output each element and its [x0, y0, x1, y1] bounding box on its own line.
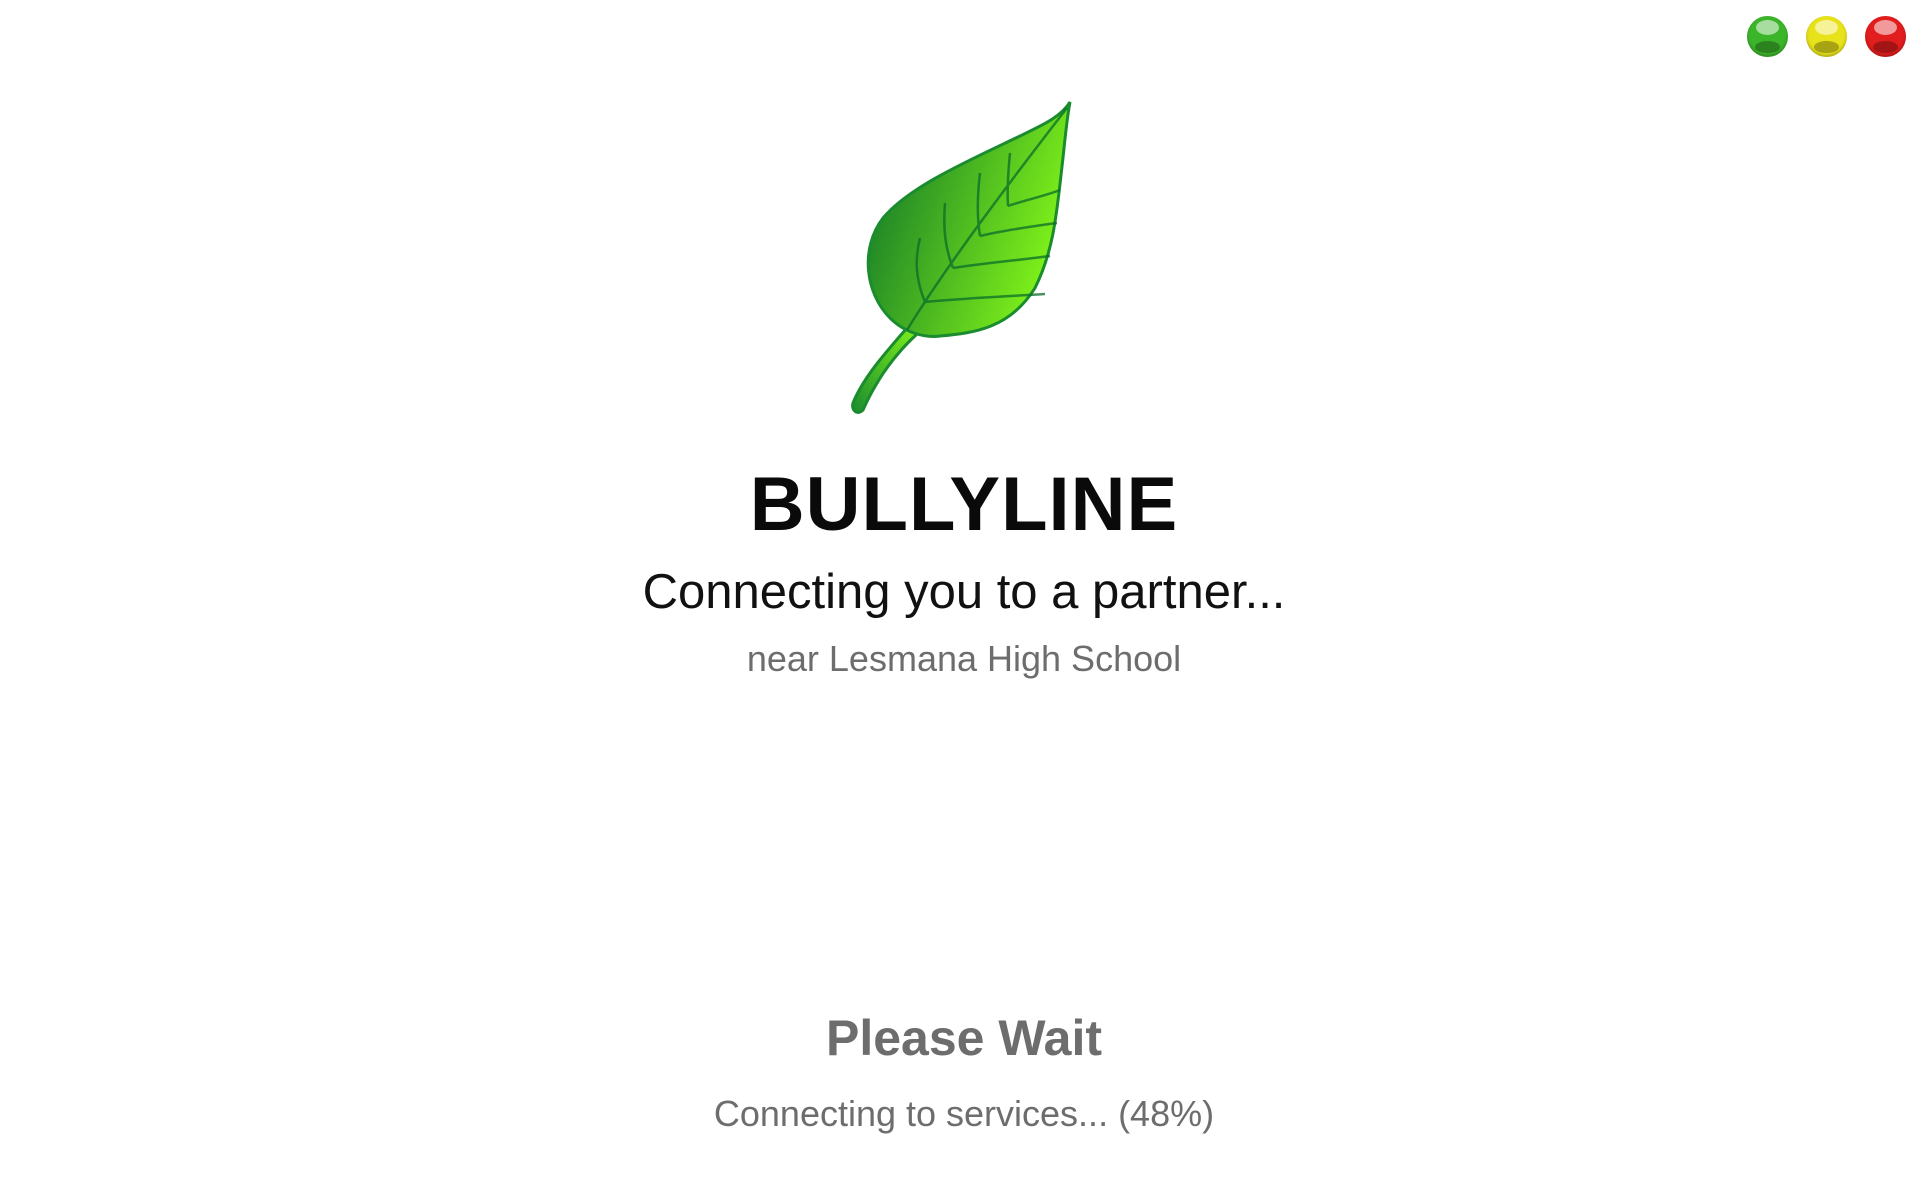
app-window: BULLYLINE Connecting you to a partner...…: [0, 0, 1920, 1200]
location-text: near Lesmana High School: [746, 638, 1182, 679]
connection-status-heading: Connecting you to a partner...: [642, 565, 1286, 619]
leaf-icon: [851, 101, 1072, 414]
close-button[interactable]: [1865, 16, 1906, 57]
window-controls: [1747, 16, 1906, 57]
maximize-button[interactable]: [1747, 16, 1788, 57]
progress-status-text: Connecting to services... (48%): [713, 1093, 1215, 1134]
please-wait-title: Please Wait: [825, 1010, 1103, 1066]
app-title: BULLYLINE: [749, 462, 1179, 547]
minimize-button[interactable]: [1806, 16, 1847, 57]
